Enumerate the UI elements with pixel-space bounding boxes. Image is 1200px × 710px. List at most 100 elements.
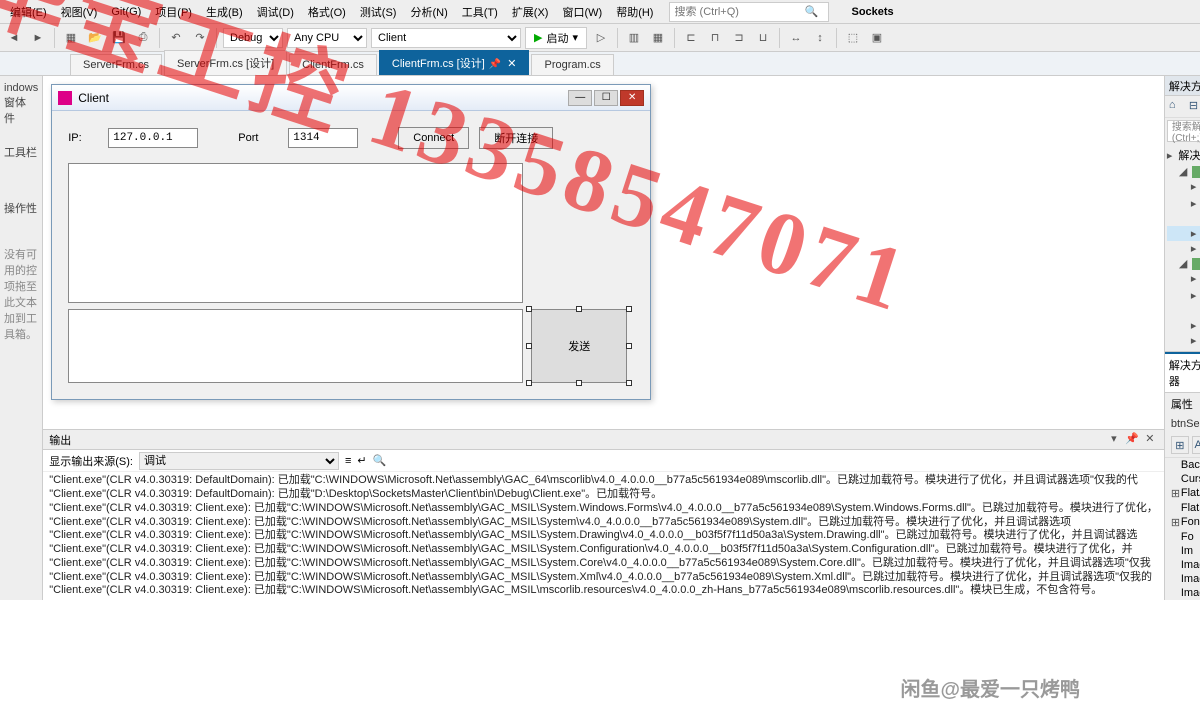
menu-tools[interactable]: 工具(T) [456,2,504,22]
connect-button[interactable]: Connect [398,127,469,149]
tab-clientfrm-cs[interactable]: ClientFrm.cs [289,54,377,75]
tab-serverfrm-cs[interactable]: ServerFrm.cs [70,54,162,75]
run-button[interactable]: ▶启动 ▾ [525,27,587,49]
menu-debug[interactable]: 调试(D) [251,2,300,22]
debug-target-icon[interactable]: ▷ [591,28,611,48]
open-icon[interactable]: 📂 [85,28,105,48]
close-button[interactable]: ✕ [620,90,644,106]
startup-dropdown[interactable]: Client [371,28,521,48]
property-row[interactable]: Im [1165,544,1200,558]
expand-icon[interactable]: ▸ [1191,180,1200,193]
output-pin-icon[interactable]: 📌 [1124,432,1140,448]
output-content[interactable]: "Client.exe"(CLR v4.0.30319: DefaultDoma… [43,472,1164,600]
menu-edit[interactable]: 编辑(E) [4,2,53,22]
maximize-button[interactable]: ☐ [594,90,618,106]
menu-git[interactable]: Git(G) [105,4,147,20]
resize-handle[interactable] [626,380,632,386]
property-row[interactable]: ⊞Font [1165,515,1200,530]
message-log-textbox[interactable] [68,163,523,303]
menu-extensions[interactable]: 扩展(X) [506,2,555,22]
save-icon[interactable]: 💾 [109,28,129,48]
client-form[interactable]: Client — ☐ ✕ IP: Port Connect 断开连接 [51,84,651,400]
output-wrap-icon[interactable]: ↵ [357,454,366,467]
menu-analyze[interactable]: 分析(N) [404,2,453,22]
new-icon[interactable]: ▦ [61,28,81,48]
project-node-server[interactable]: ◢Server [1167,256,1200,271]
message-input-textbox[interactable] [68,309,523,383]
tree-node[interactable]: ▸Properties [1167,271,1200,286]
home-icon[interactable]: ⌂ [1169,99,1185,115]
resize-handle[interactable] [526,343,532,349]
expand-icon[interactable]: ▸ [1191,289,1200,302]
solution-search[interactable]: 搜索解决方案资源管理器(Ctrl+;) [1167,120,1200,142]
config-dropdown[interactable]: Debug [223,28,283,48]
save-all-icon[interactable]: ⎙ [133,28,153,48]
send-button[interactable]: 发送 [531,309,627,383]
expand-icon[interactable]: ▸ [1191,334,1200,347]
layout-icon[interactable]: ▦ [648,28,668,48]
tree-node[interactable]: ▸Program.cs [1167,241,1200,256]
output-close-icon[interactable]: ✕ [1142,432,1158,448]
expand-icon[interactable]: ▸ [1191,227,1200,240]
align-top-icon[interactable]: ⊔ [753,28,773,48]
tree-node[interactable]: App.config [1167,304,1200,318]
platform-dropdown[interactable]: Any CPU [287,28,367,48]
expand-icon[interactable]: ◢ [1179,165,1189,178]
bring-front-icon[interactable]: ▣ [867,28,887,48]
resize-handle[interactable] [626,343,632,349]
property-row[interactable]: FlatStyle [1165,501,1200,515]
align-icon[interactable]: ▥ [624,28,644,48]
global-search-input[interactable] [674,6,804,18]
solution-node[interactable]: ▸解决方案"Sockets"(2 个项目 [1167,146,1200,164]
properties-list[interactable]: BackgroundImageLayout Cursor ⊞FlatAppear… [1165,458,1200,600]
menu-format[interactable]: 格式(O) [302,2,352,22]
menu-view[interactable]: 视图(V) [55,2,104,22]
expand-icon[interactable]: ▸ [1167,149,1173,162]
property-row[interactable]: ImageIndex [1165,572,1200,586]
menu-help[interactable]: 帮助(H) [610,2,659,22]
expand-icon[interactable]: ⊞ [1171,487,1181,500]
tree-node[interactable]: App.config [1167,212,1200,226]
undo-icon[interactable]: ↶ [166,28,186,48]
alpha-icon[interactable]: A↓ [1192,436,1200,454]
ip-input[interactable] [108,128,198,148]
menu-window[interactable]: 窗口(W) [556,2,608,22]
minimize-button[interactable]: — [568,90,592,106]
tree-node[interactable]: ▸引用 [1167,194,1200,212]
tree-node-clientfrm[interactable]: ▸ClientFrm.cs [1167,226,1200,241]
collapse-icon[interactable]: ⊟ [1189,99,1200,115]
resize-handle[interactable] [576,380,582,386]
redo-icon[interactable]: ↷ [190,28,210,48]
menu-build[interactable]: 生成(B) [200,2,249,22]
tab-clientfrm-design[interactable]: ClientFrm.cs [设计]📌✕ [379,50,530,75]
size-icon[interactable]: ⬚ [843,28,863,48]
nav-fwd-icon[interactable]: ► [28,28,48,48]
disconnect-button[interactable]: 断开连接 [479,127,553,149]
output-source-dropdown[interactable]: 调试 [139,452,339,470]
global-search[interactable]: 🔍 [669,2,829,22]
property-row[interactable]: Cursor [1165,472,1200,486]
resize-handle[interactable] [526,380,532,386]
vspace-icon[interactable]: ↕ [810,28,830,48]
property-row[interactable]: Fo [1165,530,1200,544]
menu-test[interactable]: 测试(S) [354,2,403,22]
hspace-icon[interactable]: ↔ [786,28,806,48]
tab-program-cs[interactable]: Program.cs [531,54,613,75]
resize-handle[interactable] [576,306,582,312]
resize-handle[interactable] [626,306,632,312]
designer-canvas[interactable]: Client — ☐ ✕ IP: Port Connect 断开连接 [43,76,1164,408]
categorized-icon[interactable]: ⊞ [1171,436,1189,454]
expand-icon[interactable]: ▸ [1191,272,1200,285]
tree-node[interactable]: ▸Properties [1167,179,1200,194]
project-node-client[interactable]: ◢Client [1167,164,1200,179]
expand-icon[interactable]: ◢ [1179,257,1189,270]
align-left-icon[interactable]: ⊏ [681,28,701,48]
property-row[interactable]: ImageAlign [1165,558,1200,572]
nav-back-icon[interactable]: ◄ [4,28,24,48]
pin-icon[interactable]: 📌 [489,59,501,70]
tree-node[interactable]: ▸Program.cs [1167,318,1200,333]
align-right-icon[interactable]: ⊐ [729,28,749,48]
output-dropdown-icon[interactable]: ▾ [1106,432,1122,448]
close-icon[interactable]: ✕ [507,58,516,70]
expand-icon[interactable]: ⊞ [1171,516,1181,529]
